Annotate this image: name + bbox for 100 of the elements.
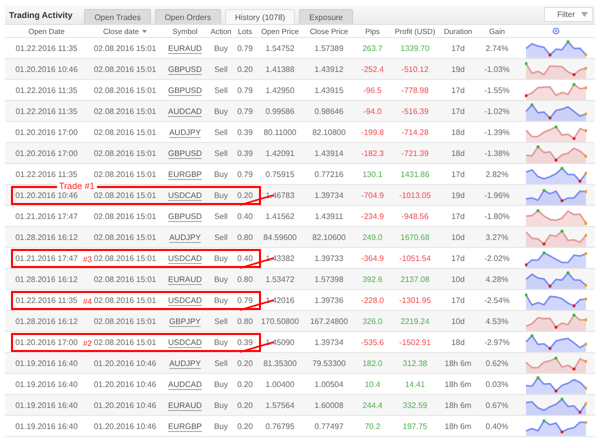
symbol-link[interactable]: AUDCAD	[168, 380, 202, 388]
gain-cell: 0.40%	[486, 422, 508, 430]
symbol-link[interactable]: AUDCAD	[168, 106, 202, 116]
open-date-cell: 01.22.2016 11:35	[16, 86, 78, 94]
action-cell: Buy	[214, 338, 228, 346]
sparkline	[525, 102, 587, 120]
close-date-cell: 02.08.2016 15:01	[94, 232, 156, 242]
close-price-cell: 1.43911	[314, 212, 344, 220]
open-price-cell: 1.42016	[266, 296, 294, 304]
tab[interactable]: History (1078)	[224, 9, 296, 24]
open-price-cell: 1.42091	[266, 148, 294, 158]
action-cell: Buy	[214, 422, 228, 430]
sort-caret-icon[interactable]	[142, 30, 147, 32]
pips-cell: 392.6	[362, 274, 383, 284]
symbol-link[interactable]: GBPJPY	[169, 316, 201, 326]
symbol-link[interactable]: AUDJPY	[169, 128, 201, 136]
gain-cell: -1.02%	[484, 106, 510, 116]
symbol-link[interactable]: EURAUD	[168, 400, 202, 410]
sparkline	[525, 312, 587, 330]
symbol-link[interactable]: AUDJPY	[169, 358, 201, 368]
symbol-link[interactable]: GBPUSD	[168, 148, 202, 158]
sparkline	[525, 374, 587, 394]
profit-cell: -721.39	[401, 148, 429, 158]
symbol-link[interactable]: USDCAD	[168, 254, 202, 262]
close-price-cell: 1.39733	[314, 254, 344, 262]
tab[interactable]: Open Orders	[154, 9, 221, 24]
duration-cell: 18h 6m	[444, 422, 472, 430]
sparkline	[525, 164, 587, 184]
symbol-link[interactable]: USDCAD	[168, 190, 202, 200]
profit-cell: 1339.70	[400, 44, 430, 52]
open-price-cell: 0.75915	[266, 170, 294, 178]
duration-cell: 17d	[451, 254, 465, 262]
duration-cell: 17d	[451, 296, 465, 304]
close-price-cell: 1.57389	[314, 44, 344, 52]
close-price-cell: 167.24800	[310, 316, 348, 326]
sparkline	[525, 270, 587, 288]
pips-cell: 249.0	[362, 232, 383, 242]
symbol-link[interactable]: EURAUD	[168, 274, 202, 284]
lots-cell: 0.79	[237, 44, 253, 52]
lots-cell: 0.80	[237, 274, 253, 284]
action-cell: Buy	[214, 274, 228, 284]
open-date-cell: 01.19.2016 16:40	[15, 358, 78, 368]
symbol-link[interactable]: USDCAD	[168, 338, 202, 346]
symbol-link[interactable]: GBPUSD	[168, 212, 202, 220]
symbol-link[interactable]: AUDJPY	[169, 232, 201, 242]
open-price-cell: 1.41388	[266, 64, 294, 74]
profit-cell: 332.59	[402, 400, 428, 410]
close-price-cell: 1.39736	[314, 296, 344, 304]
open-date-cell: 01.20.2016 10:46	[15, 190, 78, 200]
action-cell: Buy	[214, 254, 228, 262]
action-cell: Sell	[214, 148, 228, 158]
sparkline	[525, 290, 587, 310]
open-date-cell: 01.28.2016 16:12	[15, 274, 78, 284]
symbol-link[interactable]: EURAUD	[168, 44, 202, 52]
duration-cell: 10d	[451, 274, 465, 284]
sparkline	[525, 332, 587, 352]
profit-cell: -1013.05	[399, 190, 431, 200]
open-date-cell: 01.20.2016 17:00	[15, 148, 78, 158]
sparkline	[525, 60, 587, 78]
tab[interactable]: Exposure	[299, 9, 353, 24]
close-price-cell: 0.98646	[314, 106, 344, 116]
close-price-cell: 1.57398	[314, 274, 344, 284]
profit-cell: -778.98	[401, 86, 429, 94]
lots-cell: 0.39	[237, 338, 253, 346]
symbol-link[interactable]: EURGBP	[168, 422, 202, 430]
close-price-cell: 82.10800	[312, 128, 346, 136]
open-date-cell: 01.19.2016 16:40	[15, 400, 78, 410]
profit-cell: -516.39	[401, 106, 429, 116]
pips-cell: -94.0	[363, 106, 382, 116]
help-icon[interactable]	[552, 27, 560, 35]
symbol-link[interactable]: EURGBP	[168, 170, 202, 178]
pips-cell: 244.4	[362, 400, 383, 410]
lots-cell: 0.39	[237, 128, 253, 136]
open-price-cell: 1.46783	[266, 190, 294, 200]
open-price-cell: 1.42950	[266, 86, 294, 94]
close-price-cell: 79.53300	[312, 358, 346, 368]
duration-cell: 10d	[451, 316, 465, 326]
close-price-cell: 0.77216	[314, 170, 344, 178]
filter-button[interactable]: Filter	[544, 7, 593, 22]
open-price-cell: 80.11000	[264, 128, 296, 136]
symbol-link[interactable]: GBPUSD	[168, 86, 202, 94]
tab[interactable]: Open Trades	[84, 9, 151, 24]
open-date-cell: 01.22.2016 11:35	[16, 106, 78, 116]
close-price-cell: 1.43914	[314, 148, 344, 158]
open-date-cell: 01.22.2016 11:35	[16, 296, 78, 304]
profit-cell: -1502.91	[399, 338, 431, 346]
lots-cell: 0.20	[237, 400, 253, 410]
profit-cell: 312.38	[402, 358, 428, 368]
pips-cell: 130.1	[362, 170, 383, 178]
action-cell: Buy	[214, 106, 228, 116]
symbol-link[interactable]: USDCAD	[168, 296, 202, 304]
close-date-cell: 02.08.2016 15:01	[94, 274, 156, 284]
pips-cell: -234.9	[361, 212, 384, 220]
profit-cell: -510.12	[401, 64, 429, 74]
sparkline	[525, 122, 587, 142]
symbol-link[interactable]: GBPUSD	[168, 64, 202, 74]
sparkline	[525, 206, 587, 226]
close-date-cell: 02.08.2016 15:01	[94, 316, 156, 326]
pips-cell: 326.0	[362, 316, 383, 326]
profit-cell: 1670.68	[400, 232, 430, 242]
